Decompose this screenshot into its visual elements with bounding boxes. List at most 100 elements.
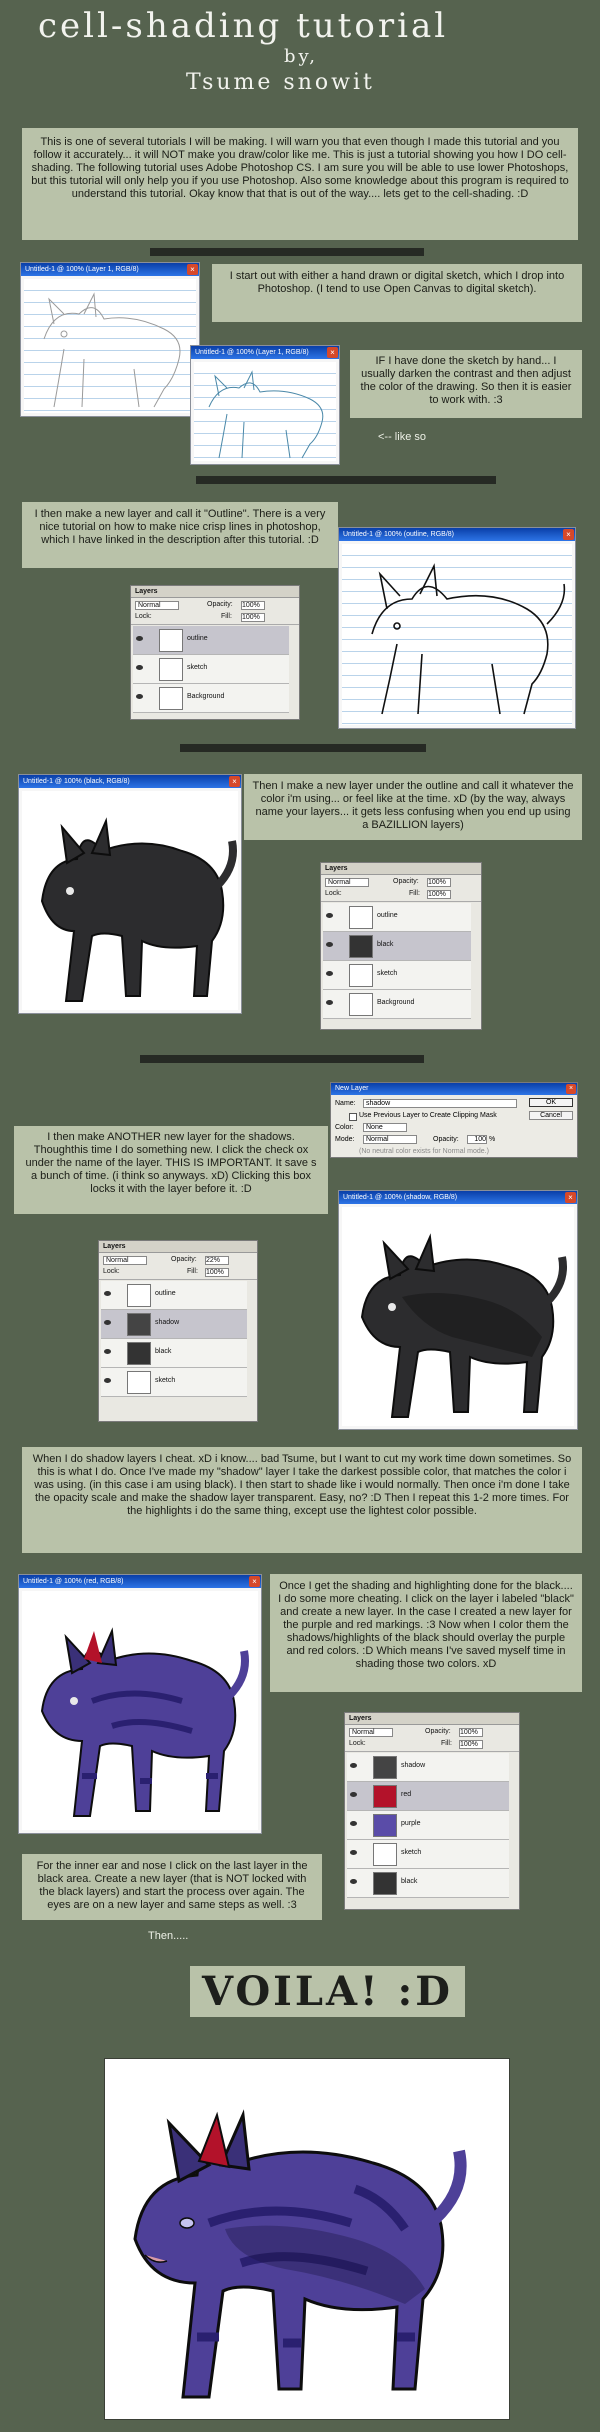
layer-row-outline[interactable]: outline	[323, 903, 471, 932]
close-icon[interactable]: ×	[566, 1084, 576, 1094]
close-icon[interactable]: ×	[229, 776, 240, 787]
layer-thumbnail	[373, 1785, 397, 1808]
layer-thumbnail	[349, 993, 373, 1016]
voila-heading: VOILA! :D	[190, 1966, 465, 2017]
blend-mode-select[interactable]: Normal	[325, 878, 369, 887]
lock-label: Lock:	[325, 890, 342, 897]
close-icon[interactable]: ×	[187, 264, 198, 275]
sketch-window: Untitled-1 @ 100% (Layer 1, RGB/8) ×	[20, 262, 200, 417]
layer-row-sketch[interactable]: sketch	[347, 1840, 509, 1869]
dialog-opacity-input[interactable]: 100	[467, 1135, 487, 1144]
layer-thumbnail	[159, 658, 183, 681]
shadow-window: Untitled-1 @ 100% (shadow, RGB/8) ×	[338, 1190, 578, 1430]
layer-name: outline	[377, 912, 398, 919]
layer-row-background[interactable]: Background	[323, 990, 471, 1019]
eye-icon[interactable]	[326, 1000, 333, 1005]
layer-name: sketch	[401, 1849, 422, 1856]
layer-row-sketch[interactable]: sketch	[323, 961, 471, 990]
close-icon[interactable]: ×	[565, 1192, 576, 1203]
opacity-field[interactable]: 100%	[241, 601, 265, 610]
lock-label: Lock:	[349, 1740, 366, 1747]
layer-row-background[interactable]: Background	[133, 684, 289, 713]
fill-label: Fill:	[441, 1740, 452, 1747]
layer-row-outline[interactable]: outline	[101, 1281, 247, 1310]
then-label: Then.....	[148, 1930, 189, 1942]
close-icon[interactable]: ×	[563, 529, 574, 540]
opacity-label: Opacity:	[393, 878, 419, 885]
layer-row-shadow[interactable]: shadow	[347, 1753, 509, 1782]
layers-panel-color: Layers Normal Opacity: 100% Lock: Fill: …	[344, 1712, 520, 1910]
like-so-label: <-- like so	[378, 431, 426, 443]
opacity-field[interactable]: 22%	[205, 1256, 229, 1265]
eye-icon[interactable]	[326, 942, 333, 947]
blue-sketch-canvas	[194, 362, 336, 461]
wolf-outline	[371, 563, 566, 715]
eye-icon[interactable]	[136, 665, 143, 670]
fill-field[interactable]: 100%	[459, 1740, 483, 1749]
layer-row-red[interactable]: red	[347, 1782, 509, 1811]
step2-note: I then make a new layer and call it "Out…	[22, 502, 338, 568]
section-divider	[140, 1055, 424, 1063]
opacity-field[interactable]: 100%	[459, 1728, 483, 1737]
ok-button[interactable]: OK	[529, 1098, 573, 1107]
layer-row-purple[interactable]: purple	[347, 1811, 509, 1840]
layer-name: Background	[187, 693, 225, 700]
close-icon[interactable]: ×	[327, 347, 338, 358]
black-fill-window: Untitled-1 @ 100% (black, RGB/8) ×	[18, 774, 242, 1014]
opacity-label: Opacity:	[171, 1256, 197, 1263]
eye-icon[interactable]	[350, 1792, 357, 1797]
clipping-mask-label: Use Previous Layer to Create Clipping Ma…	[359, 1112, 497, 1119]
layer-row-sketch[interactable]: sketch	[101, 1368, 247, 1397]
layer-name: purple	[401, 1820, 421, 1827]
layer-name: Background	[377, 999, 415, 1006]
blend-mode-select[interactable]: Normal	[349, 1728, 393, 1737]
eye-icon[interactable]	[136, 694, 143, 699]
eye-icon[interactable]	[104, 1291, 111, 1296]
step3-note: Then I make a new layer under the outlin…	[244, 774, 582, 840]
section-divider	[180, 744, 426, 752]
blue-sketch-window-title: Untitled-1 @ 100% (Layer 1, RGB/8)	[195, 349, 309, 356]
opacity-field[interactable]: 100%	[427, 878, 451, 887]
blue-sketch-window: Untitled-1 @ 100% (Layer 1, RGB/8) ×	[190, 345, 340, 465]
layer-row-black[interactable]: black	[323, 932, 471, 961]
fill-field[interactable]: 100%	[427, 890, 451, 899]
layer-name-input[interactable]: shadow	[363, 1099, 517, 1108]
opacity-label: Opacity:	[207, 601, 233, 608]
eye-icon[interactable]	[104, 1349, 111, 1354]
blend-mode-select[interactable]: Normal	[103, 1256, 147, 1265]
layer-name: outline	[187, 635, 208, 642]
eye-icon[interactable]	[350, 1850, 357, 1855]
eye-icon[interactable]	[104, 1378, 111, 1383]
eye-icon[interactable]	[350, 1763, 357, 1768]
fill-label: Fill:	[187, 1268, 198, 1275]
eye-icon[interactable]	[326, 913, 333, 918]
color-select[interactable]: None	[363, 1123, 407, 1132]
outline-window-title: Untitled-1 @ 100% (outline, RGB/8)	[343, 531, 454, 538]
eye-icon[interactable]	[136, 636, 143, 641]
cancel-button[interactable]: Cancel	[529, 1111, 573, 1120]
step6-note: Once I get the shading and highlighting …	[270, 1574, 582, 1692]
fill-field[interactable]: 100%	[241, 613, 265, 622]
layer-row-shadow[interactable]: shadow	[101, 1310, 247, 1339]
layer-row-black[interactable]: black	[101, 1339, 247, 1368]
fill-field[interactable]: 100%	[205, 1268, 229, 1277]
eye-icon[interactable]	[104, 1320, 111, 1325]
shaded-wolf-drawing	[360, 1233, 567, 1418]
shadow-window-title: Untitled-1 @ 100% (shadow, RGB/8)	[343, 1194, 458, 1201]
eye-icon[interactable]	[350, 1879, 357, 1884]
eye-icon[interactable]	[326, 971, 333, 976]
blend-mode-select[interactable]: Normal	[135, 601, 179, 610]
layer-row-black[interactable]: black	[347, 1869, 509, 1898]
mode-select[interactable]: Normal	[363, 1135, 417, 1144]
layer-thumbnail	[373, 1756, 397, 1779]
layer-row-sketch[interactable]: sketch	[133, 655, 289, 684]
shadow-canvas	[342, 1207, 574, 1426]
step7-note: For the inner ear and nose I click on th…	[22, 1854, 322, 1920]
clipping-mask-checkbox[interactable]	[349, 1113, 357, 1121]
close-icon[interactable]: ×	[249, 1576, 260, 1587]
eye-icon[interactable]	[350, 1821, 357, 1826]
fill-label: Fill:	[221, 613, 232, 620]
black-wolf-drawing	[40, 817, 237, 1002]
name-label: Name:	[335, 1100, 356, 1107]
layer-row-outline[interactable]: outline	[133, 626, 289, 655]
